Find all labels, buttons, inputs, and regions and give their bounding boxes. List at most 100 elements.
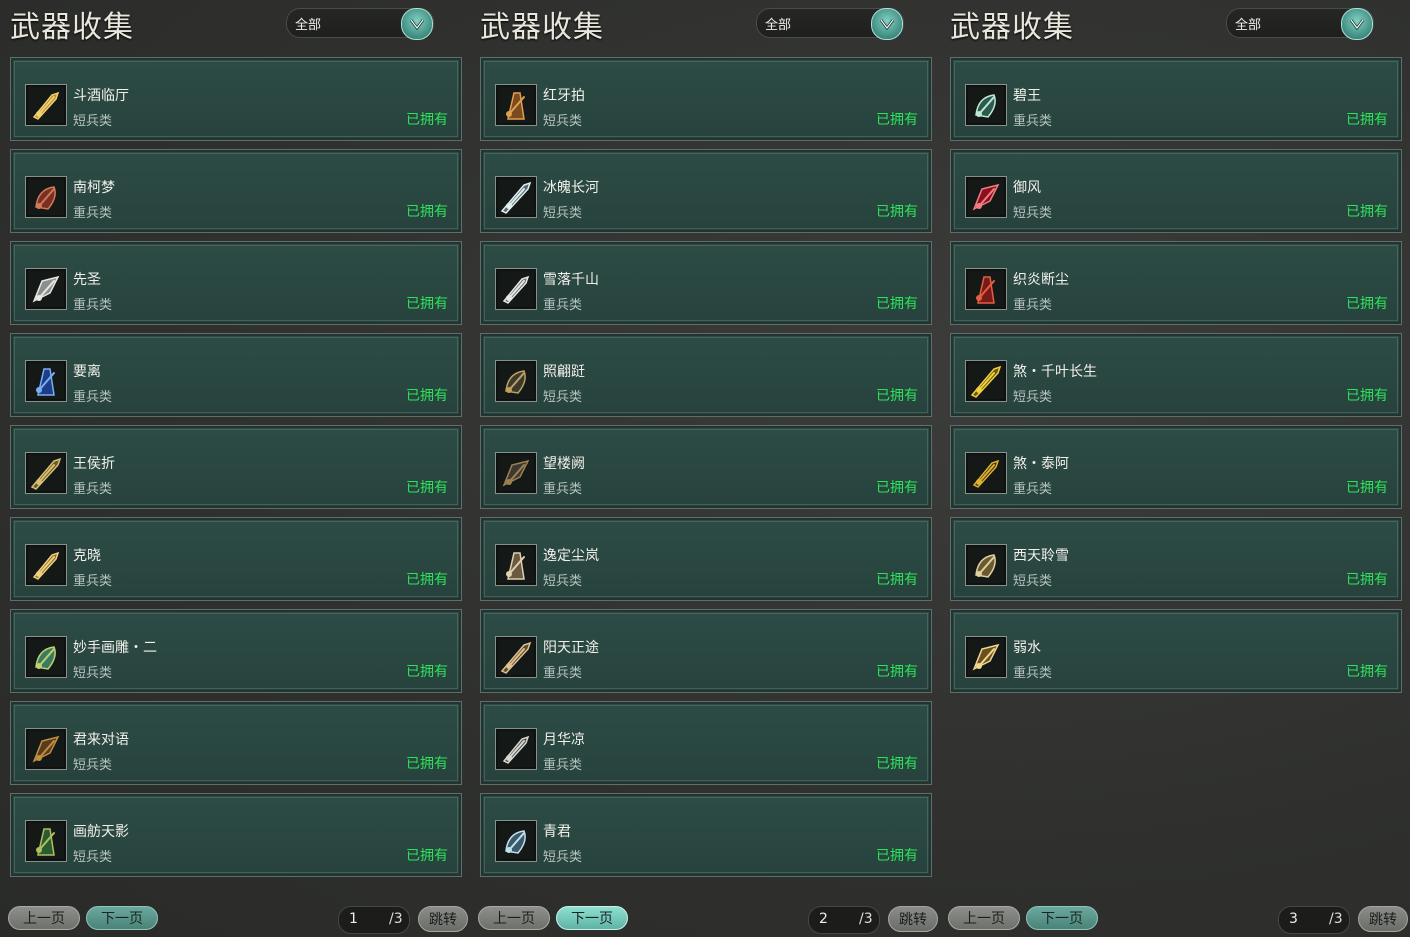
page-number-input[interactable]: 3/3	[1278, 906, 1350, 934]
owned-status: 已拥有	[1346, 388, 1388, 404]
weapon-type: 重兵类	[73, 206, 113, 221]
prev-page-button[interactable]: 上一页	[8, 906, 80, 930]
weapon-name: 阳天正途	[543, 640, 599, 656]
weapon-type: 短兵类	[543, 206, 583, 221]
owned-status: 已拥有	[1346, 664, 1388, 680]
weapon-card[interactable]: 阳天正途 重兵类 已拥有	[480, 609, 932, 693]
weapon-collection-panel: 武器收集 全部 斗酒临厅 短兵类 已拥有 南柯梦 重兵类 已拥有 先圣 重兵类 已拥有 要离 重兵类 已拥…	[0, 0, 470, 937]
jump-button[interactable]: 跳转	[888, 906, 938, 932]
owned-status: 已拥有	[876, 388, 918, 404]
weapon-type: 短兵类	[543, 114, 583, 129]
owned-status: 已拥有	[876, 664, 918, 680]
owned-status: 已拥有	[406, 204, 448, 220]
weapon-type: 短兵类	[1013, 206, 1053, 221]
total-pages: /3	[389, 911, 403, 927]
weapon-card[interactable]: 弱水 重兵类 已拥有	[950, 609, 1402, 693]
owned-status: 已拥有	[406, 388, 448, 404]
weapon-collection-panel: 武器收集 全部碧王 重兵类 已拥有 御风 短兵类 已拥有 织炎断尘 重兵类 已拥有 煞・千叶长生 短兵…	[940, 0, 1410, 937]
jump-button[interactable]: 跳转	[1358, 906, 1408, 932]
weapon-card[interactable]: 克晓 重兵类 已拥有	[10, 517, 462, 601]
weapon-type: 短兵类	[73, 850, 113, 865]
weapon-card[interactable]: 月华凉 重兵类 已拥有	[480, 701, 932, 785]
next-page-button[interactable]: 下一页	[556, 906, 628, 930]
crimson-blade-icon	[965, 268, 1007, 310]
weapon-card[interactable]: 御风 短兵类 已拥有	[950, 149, 1402, 233]
owned-status: 已拥有	[406, 756, 448, 772]
weapon-name: 克晓	[73, 548, 101, 564]
red-mace-icon	[25, 176, 67, 218]
weapon-name: 雪落千山	[543, 272, 599, 288]
prev-page-button[interactable]: 上一页	[478, 906, 550, 930]
filter-dropdown[interactable]: 全部	[756, 8, 904, 40]
owned-status: 已拥有	[1346, 480, 1388, 496]
weapon-card[interactable]: 王侯折 重兵类 已拥有	[10, 425, 462, 509]
next-page-button[interactable]: 下一页	[86, 906, 158, 930]
chevron-down-icon[interactable]	[1341, 8, 1373, 40]
chevron-down-icon[interactable]	[871, 8, 903, 40]
weapon-type: 重兵类	[73, 298, 113, 313]
weapon-card[interactable]: 织炎断尘 重兵类 已拥有	[950, 241, 1402, 325]
weapon-card[interactable]: 南柯梦 重兵类 已拥有	[10, 149, 462, 233]
next-page-button[interactable]: 下一页	[1026, 906, 1098, 930]
weapon-name: 煞・泰阿	[1013, 456, 1069, 472]
weapon-name: 先圣	[73, 272, 101, 288]
dark-dagger-icon	[495, 360, 537, 402]
blue-claw-icon	[495, 820, 537, 862]
filter-dropdown[interactable]: 全部	[286, 8, 434, 40]
weapon-name: 逸定尘岚	[543, 548, 599, 564]
gold-black-blade-icon	[965, 452, 1007, 494]
panel-title: 武器收集	[480, 10, 604, 45]
weapon-name: 妙手画雕・二	[73, 640, 157, 656]
weapon-card[interactable]: 冰魄长河 短兵类 已拥有	[480, 149, 932, 233]
page-number-input[interactable]: 2/3	[808, 906, 880, 934]
weapon-card[interactable]: 妙手画雕・二 短兵类 已拥有	[10, 609, 462, 693]
weapon-type: 重兵类	[73, 482, 113, 497]
page-number-input[interactable]: 1/3	[338, 906, 410, 934]
total-pages: /3	[1329, 911, 1343, 927]
weapon-card[interactable]: 照翩跹 短兵类 已拥有	[480, 333, 932, 417]
owned-status: 已拥有	[406, 848, 448, 864]
filter-dropdown[interactable]: 全部	[1226, 8, 1374, 40]
weapon-card[interactable]: 雪落千山 重兵类 已拥有	[480, 241, 932, 325]
owned-status: 已拥有	[876, 848, 918, 864]
chevron-down-icon[interactable]	[401, 8, 433, 40]
weapon-name: 斗酒临厅	[73, 88, 129, 104]
bronze-dagger-icon	[25, 728, 67, 770]
gold-hilt-icon	[25, 452, 67, 494]
weapon-name: 画舫天影	[73, 824, 129, 840]
jump-button[interactable]: 跳转	[418, 906, 468, 932]
weapon-card[interactable]: 煞・泰阿 重兵类 已拥有	[950, 425, 1402, 509]
total-pages: /3	[859, 911, 873, 927]
owned-status: 已拥有	[406, 664, 448, 680]
weapon-card[interactable]: 望楼阙 重兵类 已拥有	[480, 425, 932, 509]
weapon-card[interactable]: 要离 重兵类 已拥有	[10, 333, 462, 417]
weapon-name: 青君	[543, 824, 571, 840]
weapon-collection-panel: 武器收集 全部 红牙拍 短兵类 已拥有 冰魄长河 短兵类 已拥有 雪落千山 重兵类 已拥有 照翩跹 短兵…	[470, 0, 940, 937]
jade-blade-icon	[965, 84, 1007, 126]
weapon-card[interactable]: 逸定尘岚 短兵类 已拥有	[480, 517, 932, 601]
steel-blade-icon	[495, 544, 537, 586]
gold-blade-icon	[25, 544, 67, 586]
blue-blade-icon	[25, 360, 67, 402]
weapon-card[interactable]: 君来对语 短兵类 已拥有	[10, 701, 462, 785]
gold-sword-icon	[965, 636, 1007, 678]
panel-title: 武器收集	[950, 10, 1074, 45]
weapon-type: 短兵类	[543, 390, 583, 405]
owned-status: 已拥有	[406, 480, 448, 496]
owned-status: 已拥有	[1346, 572, 1388, 588]
weapon-card[interactable]: 先圣重兵类 已拥有	[10, 241, 462, 325]
weapon-type: 重兵类	[543, 482, 583, 497]
weapon-card[interactable]: 红牙拍 短兵类 已拥有	[480, 57, 932, 141]
weapon-card[interactable]: 画舫天影短兵类 已拥有	[10, 793, 462, 877]
ornate-dagger-icon	[965, 544, 1007, 586]
current-page: 1	[349, 911, 358, 927]
weapon-card[interactable]: 煞・千叶长生 短兵类 已拥有	[950, 333, 1402, 417]
weapon-card[interactable]: 碧王 重兵类 已拥有	[950, 57, 1402, 141]
weapon-card[interactable]: 西天聆雪 短兵类 已拥有	[950, 517, 1402, 601]
weapon-type: 重兵类	[1013, 298, 1053, 313]
prev-page-button[interactable]: 上一页	[948, 906, 1020, 930]
weapon-card[interactable]: 青君 短兵类 已拥有	[480, 793, 932, 877]
owned-status: 已拥有	[406, 296, 448, 312]
weapon-name: 望楼阙	[543, 456, 585, 472]
weapon-card[interactable]: 斗酒临厅 短兵类 已拥有	[10, 57, 462, 141]
